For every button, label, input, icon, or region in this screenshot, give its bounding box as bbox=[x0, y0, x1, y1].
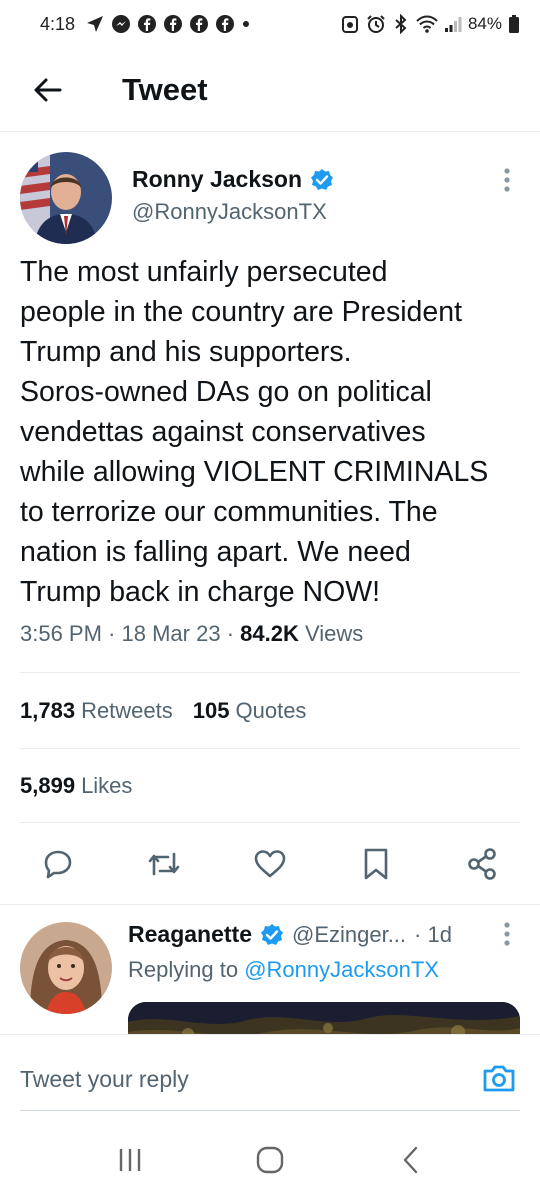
views-count: 84.2K bbox=[240, 621, 299, 646]
replying-to: Replying to @RonnyJacksonTX bbox=[128, 957, 439, 983]
more-options-button[interactable] bbox=[492, 160, 522, 200]
status-right: 84% bbox=[340, 14, 520, 34]
home-icon bbox=[256, 1146, 284, 1174]
status-time: 4:18 bbox=[40, 13, 76, 34]
reply-icon bbox=[44, 850, 72, 879]
navigation-icon bbox=[85, 14, 105, 34]
reply-compose-bar bbox=[0, 1034, 540, 1120]
facebook-icon bbox=[163, 14, 183, 34]
verified-badge-icon bbox=[260, 923, 283, 945]
reply-author-handle: @Ezinger... bbox=[291, 921, 407, 947]
quotes-label: Quotes bbox=[235, 698, 307, 723]
retweet-icon bbox=[148, 852, 180, 876]
reply-author-name: Reaganette bbox=[128, 921, 252, 947]
replying-prefix: Replying to bbox=[128, 957, 239, 982]
bookmark-button[interactable] bbox=[356, 844, 396, 884]
divider bbox=[20, 748, 520, 749]
likes-label: Likes bbox=[81, 773, 133, 798]
bookmark-icon bbox=[364, 848, 388, 880]
tweet-time[interactable]: 3:56 PM bbox=[20, 621, 102, 646]
signal-icon bbox=[444, 15, 462, 33]
battery-percent: 84% bbox=[467, 14, 502, 33]
retweet-button[interactable] bbox=[144, 844, 184, 884]
wifi-icon bbox=[416, 14, 438, 34]
meta-separator: · bbox=[108, 621, 116, 646]
divider bbox=[20, 822, 520, 823]
reply-input[interactable] bbox=[20, 1061, 460, 1097]
alarm-icon bbox=[340, 14, 360, 34]
likes-stat[interactable]: 5,899 Likes bbox=[20, 773, 132, 799]
like-icon bbox=[254, 850, 286, 878]
author-avatar[interactable] bbox=[20, 152, 112, 244]
add-media-button[interactable] bbox=[478, 1057, 520, 1099]
verified-badge-icon bbox=[311, 168, 333, 190]
battery-icon bbox=[508, 14, 520, 34]
home-button[interactable] bbox=[240, 1130, 300, 1190]
share-button[interactable] bbox=[462, 844, 502, 884]
quotes-stat[interactable]: 105 Quotes bbox=[193, 698, 307, 724]
input-underline bbox=[20, 1110, 520, 1111]
tweet-actions bbox=[20, 840, 520, 888]
back-arrow-icon bbox=[34, 78, 62, 101]
bluetooth-icon bbox=[392, 14, 410, 34]
facebook-icon bbox=[189, 14, 209, 34]
more-vertical-icon bbox=[504, 922, 510, 946]
retweets-stat[interactable]: 1,783 Retweets bbox=[20, 698, 173, 724]
tweet-date[interactable]: 18 Mar 23 bbox=[122, 621, 221, 646]
facebook-icon bbox=[215, 14, 235, 34]
recent-apps-button[interactable] bbox=[100, 1130, 160, 1190]
section-divider bbox=[0, 904, 540, 905]
reply-author[interactable]: Reaganette @Ezinger... · 1d bbox=[128, 921, 452, 948]
author-name[interactable]: Ronny Jackson bbox=[132, 166, 334, 193]
retweets-count: 1,783 bbox=[20, 698, 76, 723]
system-navigation-bar bbox=[0, 1120, 540, 1200]
views-label: Views bbox=[305, 621, 364, 646]
retweets-label: Retweets bbox=[81, 698, 173, 723]
system-back-button[interactable] bbox=[380, 1130, 440, 1190]
reply-age: · 1d bbox=[414, 921, 452, 947]
page-title: Tweet bbox=[122, 71, 208, 107]
tweet-meta: 3:56 PM · 18 Mar 23 · 84.2K Views bbox=[20, 621, 363, 647]
engagement-stats: 1,783 Retweets 105 Quotes bbox=[20, 698, 306, 724]
top-app-bar: Tweet bbox=[0, 48, 540, 132]
reply-author-avatar[interactable] bbox=[20, 922, 112, 1014]
divider bbox=[20, 672, 520, 673]
tweet-text: The most unfairly persecuted people in t… bbox=[20, 256, 489, 608]
share-icon bbox=[468, 848, 496, 880]
camera-icon bbox=[483, 1065, 515, 1092]
chevron-left-icon bbox=[403, 1146, 418, 1174]
recents-icon bbox=[119, 1149, 141, 1171]
likes-count: 5,899 bbox=[20, 773, 76, 798]
author-name-text: Ronny Jackson bbox=[132, 166, 302, 192]
reply-button[interactable] bbox=[38, 844, 78, 884]
like-button[interactable] bbox=[250, 844, 290, 884]
dot-icon bbox=[241, 19, 251, 29]
messenger-icon bbox=[111, 14, 131, 34]
meta-separator: · bbox=[226, 621, 235, 646]
more-vertical-icon bbox=[504, 168, 510, 192]
replying-to-handle[interactable]: @RonnyJacksonTX bbox=[244, 957, 439, 982]
author-handle[interactable]: @RonnyJacksonTX bbox=[132, 199, 327, 225]
likes-stats: 5,899 Likes bbox=[20, 773, 132, 799]
quotes-count: 105 bbox=[192, 698, 230, 723]
alarm-clock-icon bbox=[366, 14, 386, 34]
status-left: 4:18 bbox=[40, 14, 340, 35]
status-bar: 4:18 84% bbox=[0, 0, 540, 48]
facebook-icon bbox=[137, 14, 157, 34]
reply-more-options-button[interactable] bbox=[492, 914, 522, 954]
back-button[interactable] bbox=[18, 60, 78, 120]
